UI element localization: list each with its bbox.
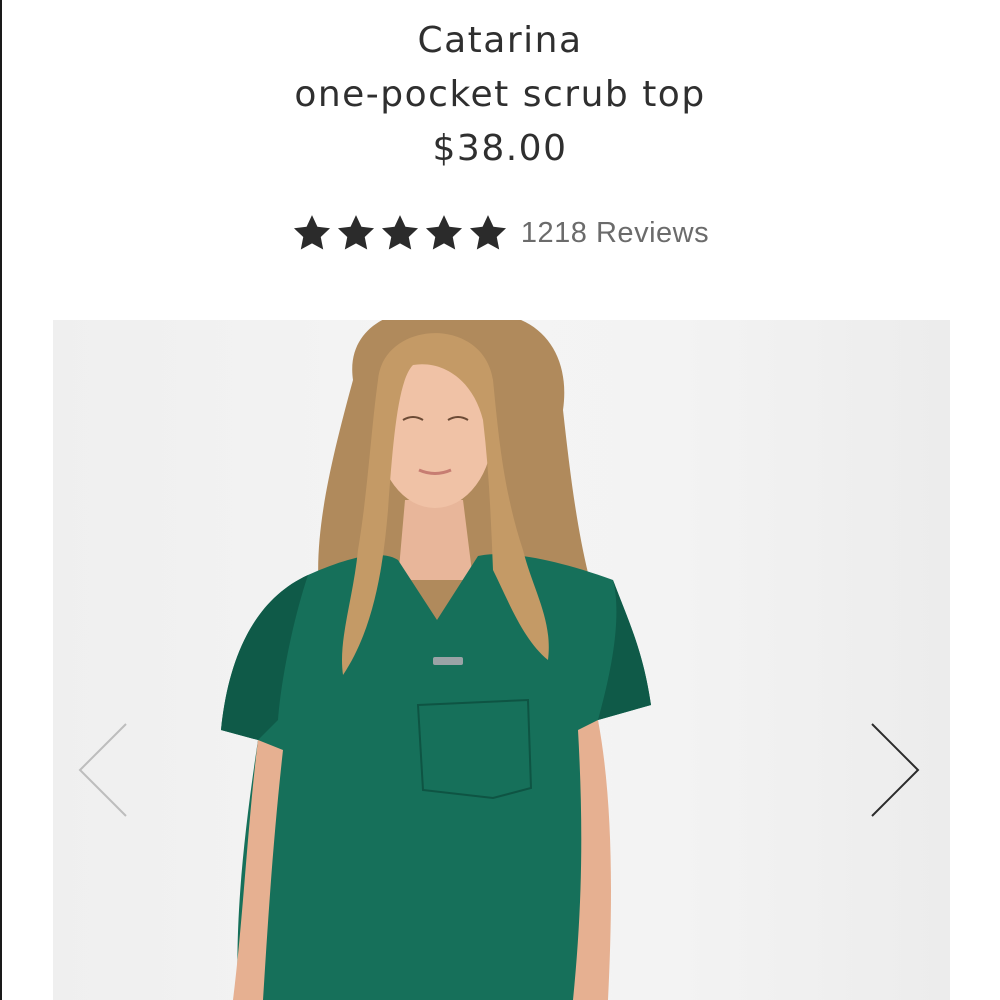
product-header: Catarina one-pocket scrub top $38.00 — [0, 14, 1000, 176]
star-icon — [469, 215, 506, 250]
product-image-gallery[interactable] — [53, 320, 950, 1000]
chevron-right-icon[interactable] — [866, 720, 926, 820]
star-icon — [425, 215, 462, 250]
star-icon — [293, 215, 330, 250]
chevron-left-icon[interactable] — [72, 720, 132, 820]
product-subtitle: one-pocket scrub top — [294, 74, 706, 115]
product-photo — [221, 320, 651, 1000]
reviews-link[interactable]: 1218 Reviews — [521, 217, 709, 250]
product-page: Catarina one-pocket scrub top $38.00 121… — [0, 0, 1000, 1000]
rating-summary[interactable]: 1218 Reviews — [0, 212, 1000, 254]
star-rating — [291, 212, 509, 254]
product-name: Catarina — [417, 20, 583, 61]
star-icon — [381, 215, 418, 250]
star-icon — [337, 215, 374, 250]
product-price: $38.00 — [432, 128, 568, 169]
